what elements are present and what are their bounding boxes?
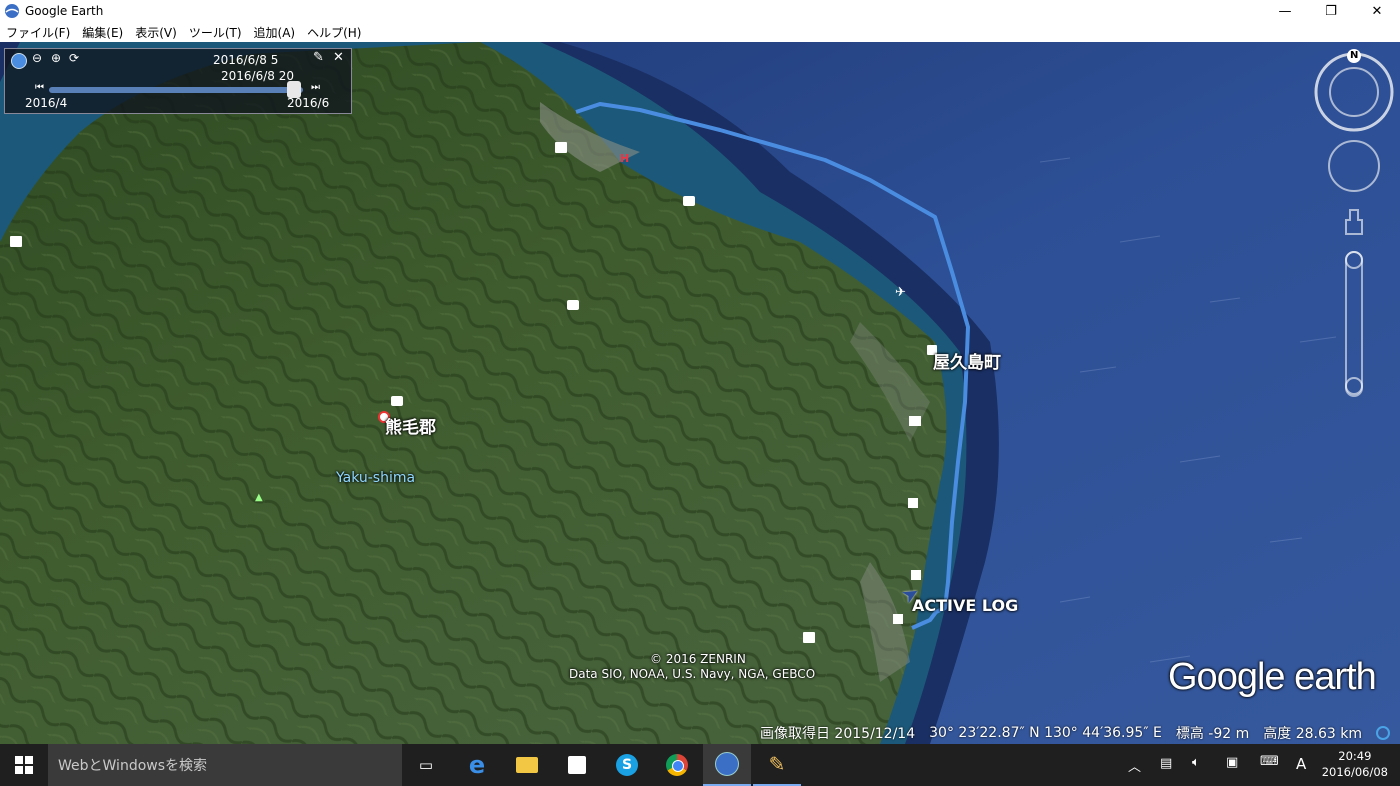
airport-marker[interactable]: ✈ — [895, 285, 906, 300]
zoom-out-time-icon[interactable]: ⊖ — [32, 51, 42, 65]
system-tray: ︿ ▤ 🔈︎ ▣ ⌨ A 20:49 2016/06/08 — [1120, 744, 1400, 786]
google-earth-logo: Google earth — [1168, 656, 1377, 698]
volume-icon[interactable]: 🔈︎ — [1192, 755, 1200, 770]
coordinates: 30° 23′22.87″ N 130° 44′36.95″ E — [929, 725, 1162, 741]
menu-bar: ファイル(F) 編集(E) 表示(V) ツール(T) 追加(A) ヘルプ(H) — [0, 22, 1400, 43]
photo-marker[interactable] — [567, 300, 579, 310]
poi-marker[interactable] — [908, 498, 918, 508]
task-view-icon[interactable]: ▭ — [402, 744, 450, 786]
menu-view[interactable]: 表示(V) — [129, 24, 183, 41]
active-log-label[interactable]: ACTIVE LOG — [912, 596, 1018, 615]
paint-icon[interactable]: ✎ — [753, 744, 801, 786]
menu-help[interactable]: ヘルプ(H) — [301, 24, 367, 41]
window-titlebar: Google Earth — ❐ ✕ — [0, 0, 1400, 22]
time-end-label: 2016/6 — [287, 96, 330, 110]
start-button[interactable] — [0, 744, 48, 786]
navigation-controls[interactable] — [1310, 46, 1400, 406]
ime-indicator[interactable]: A — [1296, 755, 1306, 773]
menu-add[interactable]: 追加(A) — [248, 24, 302, 41]
menu-file[interactable]: ファイル(F) — [0, 24, 76, 41]
poi-marker[interactable] — [893, 614, 903, 624]
menu-tools[interactable]: ツール(T) — [183, 24, 248, 41]
altitude: 高度 28.63 km — [1263, 726, 1362, 742]
keyboard-icon[interactable]: ⌨ — [1260, 754, 1279, 769]
satellite-imagery — [0, 42, 1400, 744]
google-earth-app-icon — [5, 4, 19, 18]
taskbar-clock[interactable]: 20:49 2016/06/08 — [1322, 748, 1388, 780]
island-label[interactable]: Yaku-shima — [336, 470, 415, 486]
store-icon[interactable] — [553, 744, 601, 786]
photo-marker[interactable] — [391, 396, 403, 406]
close-time-slider-icon[interactable]: ✕ — [333, 50, 344, 65]
restore-button[interactable]: ❐ — [1308, 0, 1354, 22]
windows-logo-icon — [15, 756, 33, 774]
photo-marker[interactable] — [683, 196, 695, 206]
window-title: Google Earth — [25, 4, 104, 18]
clock-date: 2016/06/08 — [1321, 765, 1388, 779]
close-button[interactable]: ✕ — [1354, 0, 1400, 22]
peak-marker[interactable]: ▲ — [255, 492, 263, 503]
museum-marker[interactable] — [555, 142, 567, 153]
tray-chevron-icon[interactable]: ︿ — [1128, 756, 1141, 775]
clock-icon[interactable] — [11, 53, 27, 69]
hospital-marker[interactable]: H — [620, 152, 629, 165]
copyright-line-1: © 2016 ZENRIN — [650, 652, 746, 666]
town-label[interactable]: 屋久島町 — [933, 348, 1001, 373]
streaming-ring-icon — [1376, 726, 1390, 740]
minimize-button[interactable]: — — [1262, 0, 1308, 22]
time-current-label: 2016/6/8 20 — [221, 69, 294, 83]
taskbar-search-box[interactable]: WebとWindowsを検索 — [48, 744, 402, 786]
notifications-icon[interactable]: ▣ — [1226, 755, 1238, 770]
network-icon[interactable]: ▤ — [1160, 756, 1172, 771]
status-bar: 画像取得日 2015/12/14 30° 23′22.87″ N 130° 44… — [0, 722, 1400, 744]
earth-map-view[interactable]: H ✈ ▲ ➤ 屋久島町 熊毛郡 Yaku-shima ACTIVE LOG ©… — [0, 42, 1400, 744]
settings-wrench-icon[interactable]: ✎ — [313, 50, 324, 65]
time-track[interactable] — [49, 81, 303, 98]
menu-edit[interactable]: 編集(E) — [76, 24, 129, 41]
imagery-date: 画像取得日 2015/12/14 — [759, 726, 916, 742]
copyright-line-2: Data SIO, NOAA, U.S. Navy, NGA, GEBCO — [569, 667, 816, 681]
time-top-label: 2016/6/8 5 — [213, 53, 279, 67]
clock-time: 20:49 — [1338, 749, 1372, 763]
reset-time-icon[interactable]: ⟳ — [69, 51, 79, 65]
time-slider-panel: ⊖ ⊕ ⟳ 2016/6/8 5 ✎ ✕ 2016/6/8 20 ⏮ ⏭ 201… — [4, 48, 352, 114]
zoom-in-time-icon[interactable]: ⊕ — [51, 51, 61, 65]
file-explorer-icon[interactable] — [503, 744, 551, 786]
district-label[interactable]: 熊毛郡 — [385, 413, 436, 438]
chrome-icon[interactable] — [653, 744, 701, 786]
compass-north[interactable]: N — [1350, 50, 1358, 61]
windows-taskbar: WebとWindowsを検索 ▭ e S ✎ ︿ ▤ 🔈︎ ▣ ⌨ A 20:4… — [0, 744, 1400, 786]
post-office-marker[interactable] — [909, 416, 921, 426]
skip-back-icon[interactable]: ⏮ — [35, 82, 44, 93]
google-earth-taskbar-icon[interactable] — [703, 744, 751, 786]
skype-icon[interactable]: S — [603, 744, 651, 786]
poi-marker[interactable] — [911, 570, 921, 580]
elevation: 標高 -92 m — [1175, 726, 1250, 742]
museum-marker[interactable] — [10, 236, 22, 247]
edge-icon[interactable]: e — [453, 744, 501, 786]
time-start-label: 2016/4 — [25, 96, 68, 110]
museum-marker[interactable] — [803, 632, 815, 643]
skip-forward-icon[interactable]: ⏭ — [311, 82, 320, 93]
